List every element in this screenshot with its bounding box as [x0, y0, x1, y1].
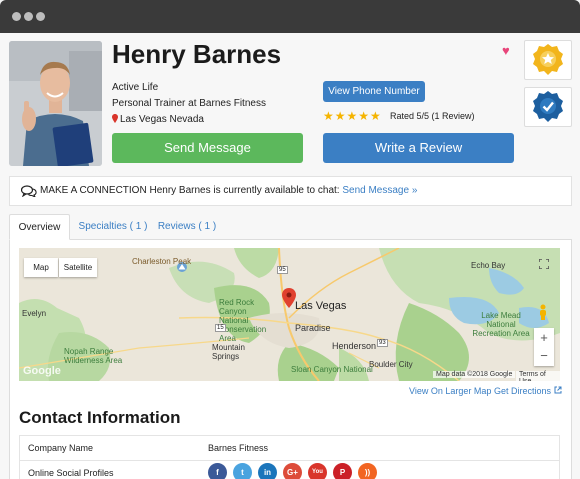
profile-company: Active Life: [112, 82, 159, 93]
profile-photo: [9, 41, 102, 166]
get-directions-link[interactable]: Get Directions: [494, 386, 562, 396]
map-pin-icon: [112, 114, 118, 123]
connect-prefix: MAKE A CONNECTION: [40, 185, 147, 196]
window-dot-2[interactable]: [24, 12, 33, 21]
tab-reviews[interactable]: Reviews ( 1 ): [156, 214, 218, 240]
star-badge-icon: [533, 44, 563, 75]
profile-page: Henry Barnes Active Life Personal Traine…: [0, 33, 580, 479]
fullscreen-icon[interactable]: [539, 259, 549, 269]
location-text: Las Vegas Nevada: [120, 114, 204, 125]
map-label-echo-bay: Echo Bay: [471, 261, 506, 270]
contact-key: Company Name: [28, 443, 94, 453]
map-data-attribution: Map data ©2018 Google: [433, 371, 516, 378]
contact-row-company: Company Name Barnes Fitness: [19, 435, 560, 461]
profile-job-title: Personal Trainer at Barnes Fitness: [112, 98, 266, 109]
connect-text: Henry Barnes is currently available to c…: [149, 185, 340, 196]
linkedin-icon[interactable]: in: [258, 463, 277, 479]
twitter-icon[interactable]: t: [233, 463, 252, 479]
rating-text: Rated 5/5 (1 Review): [390, 111, 475, 121]
get-directions-label: Get Directions: [494, 386, 552, 396]
external-link-icon: [554, 386, 562, 394]
favorite-heart-icon[interactable]: ♥: [502, 43, 510, 58]
tab-specialties[interactable]: Specialties ( 1 ): [75, 214, 151, 240]
contact-value: Barnes Fitness: [208, 443, 269, 453]
window-dot-1[interactable]: [12, 12, 21, 21]
connect-send-message-link[interactable]: Send Message »: [342, 185, 417, 196]
road-shield-15: 15: [215, 324, 226, 332]
street-view-pegman-icon[interactable]: [538, 304, 548, 320]
pinterest-icon[interactable]: P: [333, 463, 352, 479]
map-label-nopah: Nopah Range Wilderness Area: [64, 347, 123, 365]
map-label-red-rock: Red Rock Canyon National Conservation Ar…: [219, 298, 267, 343]
google-logo: Google: [23, 365, 61, 377]
youtube-icon[interactable]: You: [308, 463, 327, 479]
map-label-lake-mead: Lake Mead National Recreation Area: [472, 311, 530, 338]
map-label-charleston-peak: Charleston Peak: [132, 257, 192, 266]
rss-icon[interactable]: )): [358, 463, 377, 479]
facebook-icon[interactable]: f: [208, 463, 227, 479]
road-shield-93: 93: [377, 339, 388, 347]
rating-stars: ★★★★★: [323, 109, 382, 123]
map-label-sloan-canyon: Sloan Canyon National: [291, 365, 373, 374]
window-titlebar: [0, 0, 580, 33]
profile-location: Las Vegas Nevada: [112, 114, 204, 125]
map-label-mountain-springs: Mountain Springs: [212, 343, 245, 361]
contact-information-title: Contact Information: [19, 408, 181, 427]
map-label-las-vegas: Las Vegas: [295, 300, 347, 312]
map-label-boulder-city: Boulder City: [369, 360, 413, 369]
star-badge-box: [524, 40, 572, 80]
google-plus-icon[interactable]: G+: [283, 463, 302, 479]
satellite-view-button[interactable]: Satellite: [59, 258, 97, 277]
map-label-paradise: Paradise: [295, 323, 331, 333]
zoom-out-icon[interactable]: −: [534, 347, 554, 366]
chat-bubbles-icon: [21, 185, 37, 197]
verified-badge-box: [524, 87, 572, 127]
zoom-controls: + −: [534, 328, 554, 366]
contact-row-social: Online Social Profiles f t in G+ You P )…: [19, 460, 560, 479]
send-message-button[interactable]: Send Message: [112, 133, 303, 163]
contact-key: Online Social Profiles: [28, 468, 114, 478]
window-dot-3[interactable]: [36, 12, 45, 21]
location-marker-icon[interactable]: [282, 288, 296, 308]
road-shield-95: 95: [277, 266, 288, 274]
verified-badge-icon: [533, 91, 563, 122]
view-phone-button[interactable]: View Phone Number: [323, 81, 425, 102]
overview-panel: Map Satellite + − Charleston Peak Red Ro…: [9, 240, 572, 479]
map-label-evelyn: Evelyn: [22, 309, 47, 318]
map-label-henderson: Henderson: [332, 341, 377, 351]
location-map[interactable]: Map Satellite + − Charleston Peak Red Ro…: [19, 248, 560, 381]
map-terms-link[interactable]: Terms of Use: [516, 371, 560, 381]
connection-bar: MAKE A CONNECTION Henry Barnes is curren…: [9, 176, 572, 206]
profile-name: Henry Barnes: [112, 39, 282, 69]
write-review-button[interactable]: Write a Review: [323, 133, 514, 163]
profile-tabs: Overview Specialties ( 1 ) Reviews ( 1 ): [9, 214, 572, 240]
map-view-button[interactable]: Map: [24, 258, 58, 277]
tab-overview[interactable]: Overview: [9, 214, 70, 240]
zoom-in-icon[interactable]: +: [534, 328, 554, 347]
view-larger-map-link[interactable]: View On Larger Map: [409, 386, 491, 396]
